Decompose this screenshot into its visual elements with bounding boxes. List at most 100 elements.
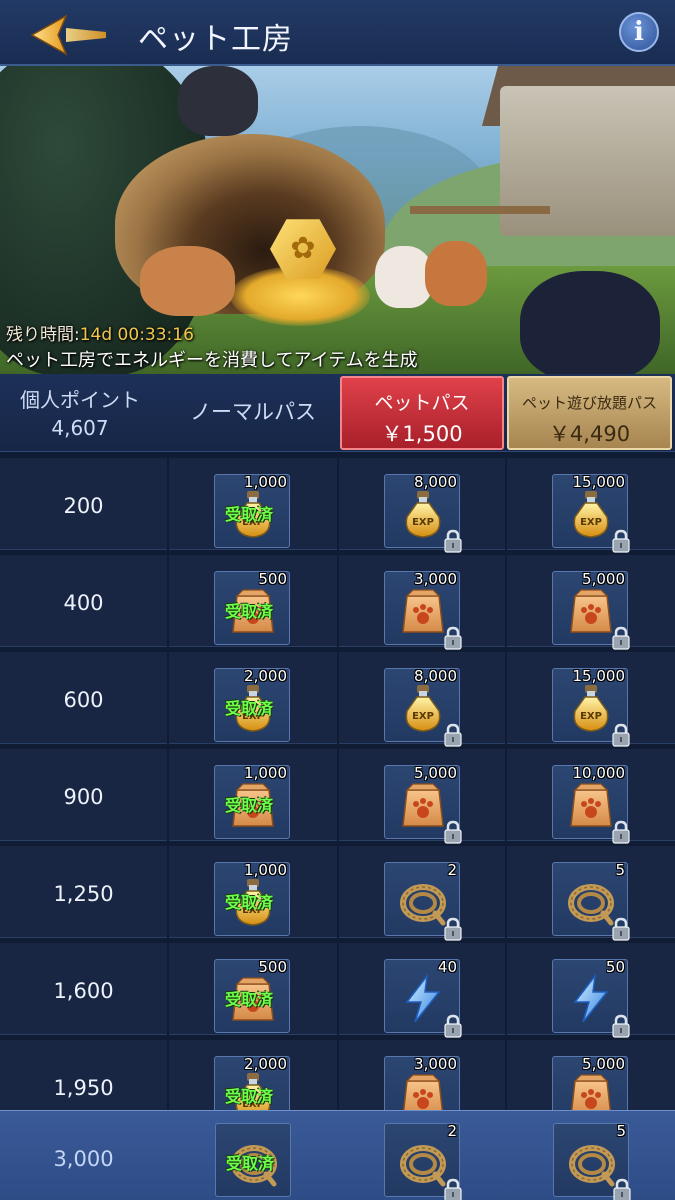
normal-pass-reward[interactable]: 500 受取済 [214, 958, 290, 1033]
reward-row: 1,950 2,000 受取済 3,000 5,000 [0, 1034, 675, 1110]
pet-pass-reward-cell: 3,000 [339, 1040, 505, 1110]
unlimited-pass-reward[interactable]: 5,000 [552, 570, 628, 645]
timer-value: 14d 00:33:16 [79, 325, 194, 345]
pet-pass-price: ￥1,500 [381, 422, 463, 446]
reward-list[interactable]: 200 1,000 受取済 8,000 15,000 400 500 受取済 3,000 5,00… [0, 452, 675, 1110]
pet-pass-reward[interactable]: 5,000 [384, 764, 460, 839]
reward-quantity: 1,000 [244, 861, 287, 879]
lightning-icon [567, 974, 615, 1024]
back-arrow-icon [30, 14, 106, 56]
reward-quantity: 2,000 [244, 1055, 287, 1073]
final-normal-reward[interactable]: 受取済 [215, 1123, 291, 1197]
unlimited-pass-reward[interactable]: 50 [552, 958, 628, 1033]
pet-pass-reward[interactable]: 8,000 [384, 473, 460, 548]
info-button[interactable]: i [619, 12, 659, 52]
pet-food-bag-icon [567, 780, 615, 830]
final-unlimited-pass-reward[interactable]: 5 [553, 1122, 629, 1197]
claimed-label: 受取済 [225, 893, 274, 912]
normal-pass-reward[interactable]: 1,000 受取済 [214, 861, 290, 936]
normal-pass-reward[interactable]: 500 受取済 [214, 570, 290, 645]
pet-food-bag-icon [399, 780, 447, 830]
points-cell: 600 [0, 652, 167, 744]
corgi-dog-image [425, 241, 487, 306]
exp-potion-icon [399, 683, 447, 733]
unlimited-pass-reward-cell: 50 [507, 943, 675, 1035]
points-threshold: 900 [63, 785, 104, 809]
normal-pass-reward-cell: 2,000 受取済 [169, 1040, 337, 1110]
final-reward-points: 3,000 [53, 1147, 114, 1171]
event-banner: ✿ 残り時間:14d 00:33:16 ペット工房でエネルギーを消費してアイテム… [0, 66, 675, 374]
normal-pass-label: ノーマルパス [190, 400, 316, 424]
timer-label: 残り時間: [6, 325, 80, 345]
pet-pass-reward[interactable]: 2 [384, 861, 460, 936]
personal-points-value: 4,607 [51, 416, 109, 440]
reward-quantity: 500 [258, 570, 287, 588]
unlimited-pass-reward[interactable]: 15,000 [552, 473, 628, 548]
normal-pass-reward[interactable]: 1,000 受取済 [214, 764, 290, 839]
unlimited-pass-reward-cell: 10,000 [507, 749, 675, 841]
reward-row: 400 500 受取済 3,000 5,000 [0, 549, 675, 646]
reward-quantity: 2 [447, 1122, 457, 1140]
reward-quantity: 5,000 [414, 764, 457, 782]
normal-pass-reward-cell: 1,000 受取済 [169, 749, 337, 841]
unlimited-pass-button[interactable]: ペット遊び放題パス ￥4,490 [507, 376, 672, 450]
normal-pass-reward-cell: 1,000 受取済 [169, 846, 337, 938]
unlimited-pass-reward-cell: 5,000 [507, 555, 675, 647]
pet-food-bag-icon [399, 586, 447, 636]
black-cat-foreground-image [520, 271, 660, 374]
claimed-label: 受取済 [225, 990, 274, 1009]
unlimited-pass-name: ペット遊び放題パス [521, 394, 657, 412]
pet-pass-reward[interactable]: 8,000 [384, 667, 460, 742]
points-cell: 1,600 [0, 943, 167, 1035]
exp-potion-icon [567, 489, 615, 539]
unlimited-pass-reward[interactable]: 5 [552, 861, 628, 936]
rope-icon [399, 1138, 447, 1188]
points-cell: 1,950 [0, 1040, 167, 1110]
normal-pass-reward[interactable]: 2,000 受取済 [214, 1055, 290, 1110]
pet-pass-name: ペットパス [374, 392, 470, 414]
event-description: ペット工房でエネルギーを消費してアイテムを生成 [6, 350, 418, 371]
unlimited-pass-reward-cell: 15,000 [507, 652, 675, 744]
reward-quantity: 40 [437, 958, 457, 976]
personal-points: 個人ポイント 4,607 [0, 374, 168, 452]
unlimited-pass-reward[interactable]: 5,000 [552, 1055, 628, 1110]
back-button[interactable] [28, 12, 108, 58]
unlimited-pass-reward[interactable]: 15,000 [552, 667, 628, 742]
final-pet-pass-reward[interactable]: 2 [384, 1122, 460, 1197]
reward-quantity: 5,000 [582, 570, 625, 588]
reward-quantity: 2 [447, 861, 457, 879]
normal-pass-reward[interactable]: 2,000 受取済 [214, 667, 290, 742]
points-threshold: 600 [63, 688, 104, 712]
unlimited-pass-reward[interactable]: 10,000 [552, 764, 628, 839]
pet-pass-button[interactable]: ペットパス ￥1,500 [340, 376, 504, 450]
claimed-label: 受取済 [226, 1154, 275, 1173]
shiba-dog-image [140, 246, 235, 316]
pet-pass-reward[interactable]: 3,000 [384, 1055, 460, 1110]
unlimited-pass-reward-cell: 5,000 [507, 1040, 675, 1110]
final-reward-row: 3,000 受取済 2 5 [0, 1110, 675, 1200]
reward-quantity: 1,000 [244, 473, 287, 491]
pet-pass-reward[interactable]: 3,000 [384, 570, 460, 645]
reward-quantity: 10,000 [572, 764, 626, 782]
reward-row: 1,250 1,000 受取済 2 5 [0, 840, 675, 937]
reward-quantity: 2,000 [244, 667, 287, 685]
reward-quantity: 3,000 [414, 570, 457, 588]
pass-column-header: 個人ポイント 4,607 ノーマルパス ペットパス ￥1,500 ペット遊び放題… [0, 374, 675, 452]
reward-quantity: 50 [605, 958, 625, 976]
pet-food-bag-icon [399, 1071, 447, 1110]
normal-pass-reward[interactable]: 1,000 受取済 [214, 473, 290, 548]
unlimited-pass-reward-cell: 15,000 [507, 458, 675, 550]
reward-quantity: 15,000 [572, 473, 626, 491]
rope-icon [399, 877, 447, 927]
pet-pass-reward-cell: 3,000 [339, 555, 505, 647]
claimed-label: 受取済 [225, 1087, 274, 1106]
normal-pass-reward-cell: 500 受取済 [169, 555, 337, 647]
pet-pass-reward[interactable]: 40 [384, 958, 460, 1033]
exp-potion-icon [399, 489, 447, 539]
exp-potion-icon [567, 683, 615, 733]
points-threshold: 1,950 [53, 1076, 114, 1100]
top-bar: ペット工房 i [0, 0, 675, 66]
reward-quantity: 8,000 [414, 473, 457, 491]
reward-quantity: 3,000 [414, 1055, 457, 1073]
reward-row: 600 2,000 受取済 8,000 15,000 [0, 646, 675, 743]
